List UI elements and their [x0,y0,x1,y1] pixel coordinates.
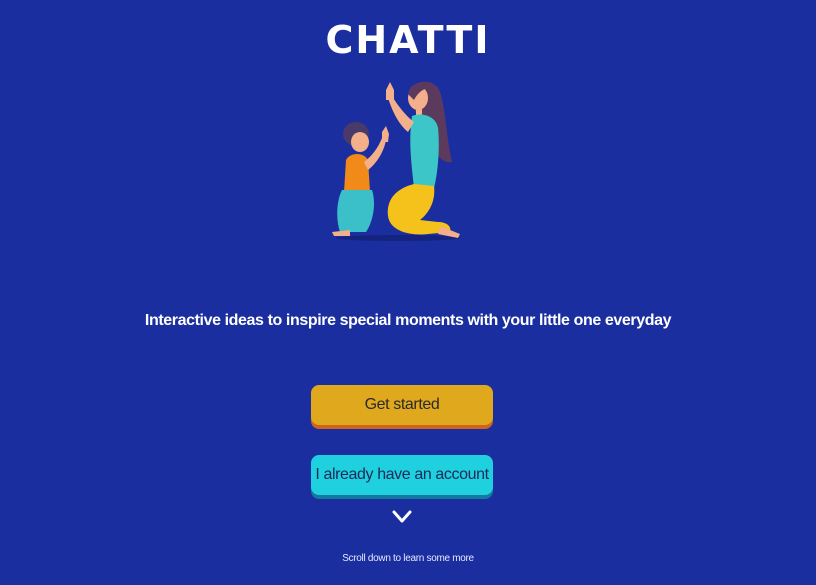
scroll-hint: Scroll down to learn some more [342,553,474,564]
login-button[interactable]: I already have an account [311,455,493,495]
mother-child-high-five-illustration [332,81,460,241]
tagline: Interactive ideas to inspire special mom… [144,312,672,329]
chevron-down-icon[interactable] [392,509,412,525]
app-logo: CHATTI [325,18,491,62]
get-started-button[interactable]: Get started [311,385,493,425]
